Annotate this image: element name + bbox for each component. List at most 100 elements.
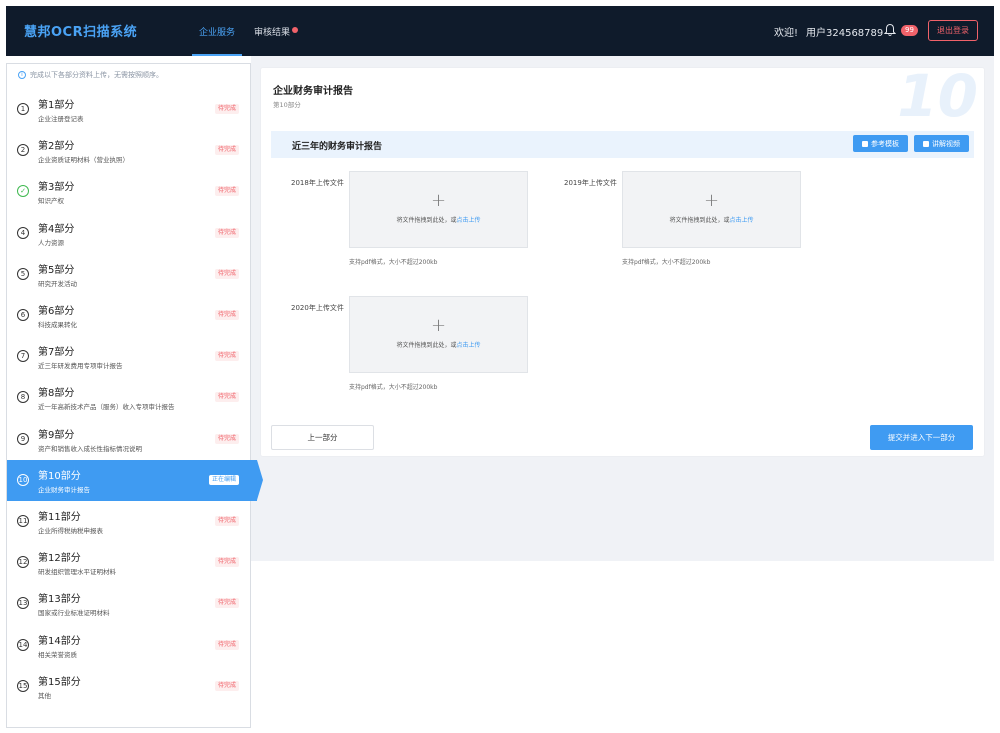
sidebar-item-section-12[interactable]: 12 第12部分 研发组织管理水平证明材料 待完成: [7, 542, 252, 583]
status-badge: 待完成: [215, 186, 240, 197]
section-subtitle: 相关荣誉资质: [38, 650, 77, 659]
section-title: 第11部分: [38, 512, 81, 523]
info-icon: i: [18, 71, 26, 79]
section-number: 8: [17, 391, 29, 404]
section-title: 第7部分: [38, 347, 75, 359]
content-card: 10 企业财务审计报告 第10部分 近三年的财务审计报告 参考模板 讲解视频 2…: [261, 62, 984, 456]
status-badge: 正在编辑: [209, 474, 240, 485]
section-title: 第3部分: [38, 182, 75, 194]
submit-next-button[interactable]: 提交并进入下一部分: [870, 425, 973, 450]
tutorial-video-button[interactable]: 讲解视频: [914, 135, 969, 152]
page-title: 企业财务审计报告: [273, 86, 353, 97]
section-number: 2: [17, 144, 29, 157]
sidebar-item-section-4[interactable]: 4 第4部分 人力资源 待完成: [7, 213, 252, 254]
section-title: 第2部分: [38, 141, 75, 153]
top-header: 慧邦OCR扫描系统 企业服务 审核结果 欢迎! 用户324568789 99 退…: [6, 6, 994, 56]
upload-label-2019: 2019年上传文件: [564, 179, 617, 187]
section-subtitle: 国家或行业标准证明材料: [38, 609, 110, 618]
section-title: 第8部分: [38, 388, 75, 400]
click-upload-link[interactable]: 点击上传: [457, 217, 481, 224]
tab-enterprise-service[interactable]: 企业服务: [192, 6, 242, 56]
tab-label: 企业服务: [198, 27, 235, 38]
sidebar-item-section-9[interactable]: 9 第9部分 资产和销售收入成长性指标情况说明 待完成: [7, 419, 252, 460]
section-number-watermark: 10: [897, 62, 978, 130]
status-badge: 待完成: [215, 392, 240, 403]
status-badge: 待完成: [215, 268, 240, 279]
app-frame: 慧邦OCR扫描系统 企业服务 审核结果 欢迎! 用户324568789 99 退…: [6, 6, 994, 728]
status-badge: 待完成: [215, 310, 240, 320]
section-subtitle: 企业资质证明材料（营业执照）: [38, 156, 129, 165]
section-subtitle: 企业注册登记表: [38, 115, 84, 123]
sidebar-item-section-1[interactable]: 1 第1部分企业注册登记表 待完成: [7, 89, 252, 130]
section-number: 13: [17, 597, 29, 610]
section-number: 1: [17, 103, 29, 115]
status-badge: 待完成: [215, 557, 240, 568]
status-badge: 待完成: [215, 104, 240, 114]
status-badge: 待完成: [215, 351, 240, 362]
dropzone-2019[interactable]: + 将文件拖拽到此处，或点击上传: [622, 171, 801, 248]
dropzone-text: 将文件拖拽到此处，或点击上传: [396, 342, 481, 349]
dropzone-2020[interactable]: + 将文件拖拽到此处，或点击上传: [349, 296, 528, 373]
sidebar-item-section-8[interactable]: 8 第8部分 近一年高新技术产品（服务）收入专项审计报告 待完成: [7, 377, 252, 418]
section-title: 第5部分: [38, 264, 75, 276]
reference-template-button[interactable]: 参考模板: [853, 135, 908, 152]
section-number: 12: [17, 556, 29, 569]
logout-button[interactable]: 退出登录: [928, 20, 978, 41]
sidebar-item-section-15[interactable]: 15 第15部分 其他 待完成: [7, 666, 252, 707]
section-number: 4: [17, 226, 29, 239]
section-subtitle: 研究开发活动: [38, 279, 77, 288]
plus-icon: +: [430, 315, 447, 336]
status-badge: 待完成: [215, 598, 240, 609]
tab-review-results[interactable]: 审核结果: [252, 6, 300, 56]
sidebar-item-section-6[interactable]: 6 第6部分 科技成果转化 待完成: [7, 295, 252, 336]
brand-logo: 慧邦OCR扫描系统: [24, 25, 138, 40]
sidebar-item-section-13[interactable]: 13 第13部分国家或行业标准证明材料 待完成: [7, 583, 252, 624]
notification-badge: 99: [901, 25, 918, 36]
dropzone-text: 将文件拖拽到此处，或点击上传: [669, 217, 754, 224]
dropzone-2018[interactable]: + 将文件拖拽到此处，或点击上传: [349, 171, 528, 248]
upload-tip-2018: 支持pdf格式，大小不超过200kb: [349, 259, 438, 266]
username: 用户324568789: [806, 28, 884, 39]
click-upload-link[interactable]: 点击上传: [457, 342, 481, 349]
welcome-text: 欢迎!: [774, 28, 799, 39]
section-subtitle: 企业财务审计报告: [38, 485, 90, 494]
bell-icon[interactable]: [884, 23, 896, 37]
section-number: 9: [17, 432, 29, 445]
section-title: 第6部分: [38, 306, 75, 317]
sidebar-item-section-10[interactable]: 10 第10部分 企业财务审计报告 正在编辑: [7, 459, 263, 501]
previous-section-button[interactable]: 上一部分: [271, 425, 374, 450]
section-title: 第13部分: [38, 594, 81, 606]
sidebar-item-section-14[interactable]: 14 第14部分 相关荣誉资质 待完成: [7, 625, 252, 666]
click-upload-link[interactable]: 点击上传: [730, 217, 754, 224]
sidebar-hint-text: 完成以下各部分资料上传，无需按照顺序。: [30, 71, 163, 79]
sidebar-item-section-7[interactable]: 7 第7部分近三年研发费用专项审计报告 待完成: [7, 336, 252, 377]
section-subtitle: 人力资源: [38, 238, 64, 247]
section-number: 5: [17, 267, 29, 280]
section-subtitle: 近三年研发费用专项审计报告: [38, 362, 123, 371]
upload-tip-2019: 支持pdf格式，大小不超过200kb: [622, 259, 711, 266]
document-icon: [862, 140, 868, 147]
sidebar-item-section-11[interactable]: 11 第11部分 企业所得税纳税申报表 待完成: [7, 501, 252, 542]
status-badge: 待完成: [215, 145, 240, 156]
status-badge: 待完成: [215, 227, 240, 238]
status-badge: 待完成: [215, 639, 240, 650]
section-number: 6: [17, 309, 29, 321]
status-badge: 待完成: [215, 680, 240, 691]
sidebar-item-section-3[interactable]: ✓ 第3部分 知识产权 待完成: [7, 171, 252, 212]
tab-label: 审核结果: [253, 27, 290, 38]
section-number: 7: [17, 350, 29, 363]
sidebar: i 完成以下各部分资料上传，无需按照顺序。 1 第1部分 企业注册登记表 待完成 2 第2…: [6, 63, 263, 728]
sidebar-item-section-2[interactable]: 2 第2部分企业资质证明材料（营业执照） 待完成: [7, 130, 252, 171]
check-circle-icon: ✓: [17, 185, 29, 198]
notification-dot: [292, 27, 298, 33]
upload-label-2020: 2020年上传文件: [291, 304, 344, 312]
section-title: 第9部分: [38, 429, 75, 441]
sidebar-item-section-5[interactable]: 5 第5部分研究开发活动 待完成: [7, 254, 252, 295]
upload-tip-2020: 支持pdf格式，大小不超过200kb: [349, 384, 438, 391]
dropzone-text: 将文件拖拽到此处，或点击上传: [396, 217, 481, 224]
section-title: 第1部分: [38, 100, 75, 111]
section-title: 第10部分: [38, 470, 81, 482]
section-title: 第12部分: [38, 553, 81, 565]
status-badge: 待完成: [215, 433, 240, 444]
plus-icon: +: [430, 190, 447, 211]
